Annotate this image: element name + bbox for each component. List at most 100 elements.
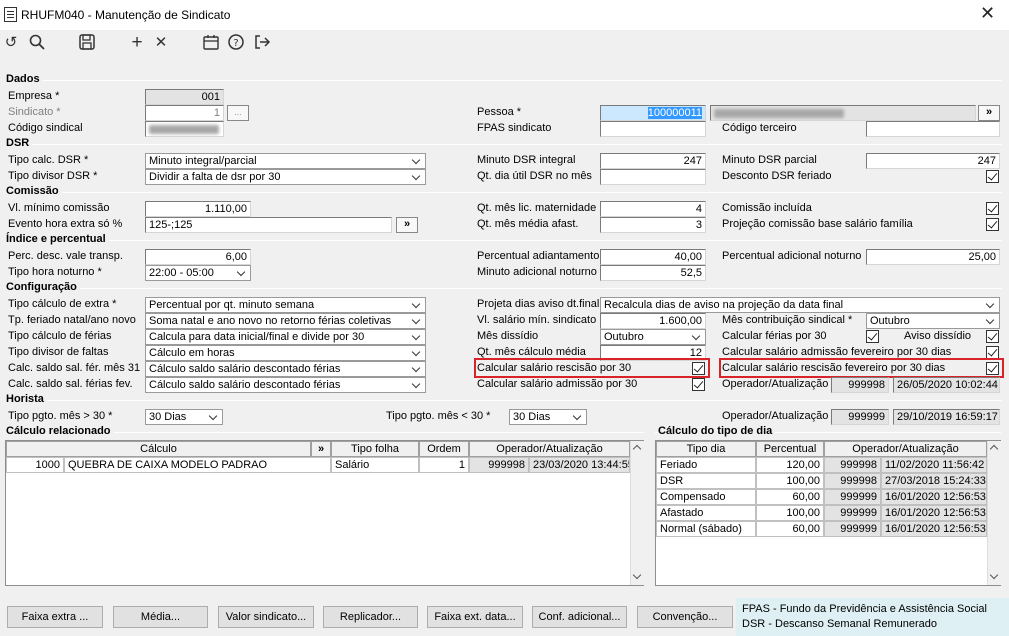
minuto-dsr-integral-field[interactable]: 247	[600, 153, 706, 169]
pessoa-more-button[interactable]: »	[978, 105, 1000, 121]
calc-saldo-fev-select[interactable]: Cálculo saldo salário descontado férias	[145, 377, 426, 393]
qt-lic-maternidade-field[interactable]: 4	[600, 201, 706, 217]
perc-adiantamento-field[interactable]: 40,00	[600, 249, 706, 265]
replicador-button[interactable]: Replicador...	[323, 606, 418, 628]
faixa-ext-data-button[interactable]: Faixa ext. data...	[427, 606, 523, 628]
perc-adicional-noturno-field[interactable]: 25,00	[866, 249, 1000, 265]
faixa-extra-button[interactable]: Faixa extra ...	[7, 606, 103, 628]
codigo-sindical-label: Código sindical	[8, 122, 83, 134]
minuto-dsr-parcial-field[interactable]: 247	[866, 153, 1000, 169]
undo-icon[interactable]: ↺	[1, 33, 21, 53]
tipo-calc-dsr-select[interactable]: Minuto integral/parcial	[145, 153, 426, 169]
evento-hora-extra-label: Evento hora extra só %	[8, 218, 123, 230]
minuto-adicional-field[interactable]: 52,5	[600, 265, 706, 281]
section-calc-relacionado: Cálculo relacionado	[6, 425, 114, 437]
conf-adicional-button[interactable]: Conf. adicional...	[532, 606, 627, 628]
perc-vale-field[interactable]: 6,00	[145, 249, 251, 265]
col-header-more-button[interactable]: »	[311, 441, 331, 457]
col-header-calculo[interactable]: Cálculo	[6, 441, 311, 457]
help-icon[interactable]: ?	[226, 33, 246, 53]
evento-hora-extra-field[interactable]: 125-;125	[145, 217, 392, 233]
cell-percentual: 100,00	[756, 505, 824, 521]
exit-icon[interactable]	[252, 33, 272, 53]
col-header-tipo-dia[interactable]: Tipo dia	[656, 441, 756, 457]
mes-contrib-select[interactable]: Outubro	[866, 313, 1000, 329]
tipo-pgto-menor-select[interactable]: 30 Dias	[509, 409, 587, 425]
section-dados: Dados	[6, 73, 43, 85]
chevron-down-icon	[235, 267, 247, 279]
cell-operador: 999999	[824, 521, 881, 537]
chevron-down-icon	[571, 411, 583, 423]
perc-vale-label: Perc. desc. vale transp.	[8, 250, 123, 262]
qt-lic-maternidade-label: Qt. mês lic. maternidade	[477, 202, 597, 214]
calc-saldo-mes31-select[interactable]: Cálculo saldo salário descontado férias	[145, 361, 426, 377]
col-header-percentual[interactable]: Percentual	[756, 441, 824, 457]
valor-sindicato-button[interactable]: Valor sindicato...	[218, 606, 314, 628]
chevron-down-icon	[410, 155, 422, 167]
calc-ferias30-label: Calcular férias por 30	[722, 330, 827, 342]
add-icon[interactable]: +	[127, 33, 147, 53]
window-title: RHUFM040 - Manutenção de Sindicato	[21, 8, 231, 22]
qt-dia-util-field[interactable]	[600, 169, 706, 185]
tipo-hora-noturno-select[interactable]: 22:00 - 05:00	[145, 265, 251, 281]
cell-operador: 999998	[824, 473, 881, 489]
calendar-icon[interactable]	[201, 33, 221, 53]
vl-minimo-comissao-field[interactable]: 1.110,00	[145, 201, 251, 217]
cell-data: 16/01/2020 12:56:53	[881, 505, 987, 521]
col-header-operador[interactable]: Operador/Atualização	[469, 441, 630, 457]
media-button[interactable]: Média...	[113, 606, 208, 628]
cell-operador: 999999	[824, 505, 881, 521]
section-calc-tipo-dia: Cálculo do tipo de dia	[658, 425, 776, 437]
tipo-divisor-faltas-select[interactable]: Cálculo em horas	[145, 345, 426, 361]
sindicato-field[interactable]: 1	[145, 105, 224, 121]
calc-saldo-fev-label: Calc. saldo sal. férias fev.	[8, 378, 133, 390]
sindicato-label: Sindicato *	[8, 106, 61, 118]
chevron-down-icon	[984, 299, 996, 311]
codigo-sindical-field[interactable]	[145, 121, 224, 137]
fpas-field[interactable]	[600, 121, 706, 137]
cell-tipo-dia: DSR	[656, 473, 756, 489]
atualizacao-horista-field: 29/10/2019 16:59:17	[893, 409, 1000, 425]
tp-feriado-select[interactable]: Soma natal e ano novo no retorno férias …	[145, 313, 426, 329]
col-header-ordem[interactable]: Ordem	[419, 441, 469, 457]
tipo-calc-extra-select[interactable]: Percentual por qt. minuto semana	[145, 297, 426, 313]
search-icon[interactable]	[27, 33, 47, 53]
tipo-pgto-maior-select[interactable]: 30 Dias	[145, 409, 223, 425]
chevron-down-icon	[410, 363, 422, 375]
tipo-divisor-dsr-select[interactable]: Dividir a falta de dsr por 30	[145, 169, 426, 185]
projecao-comissao-checkbox[interactable]	[986, 218, 999, 231]
vl-salario-min-field[interactable]: 1.600,00	[600, 313, 706, 329]
pessoa-name-field	[710, 105, 976, 121]
calc-ferias30-checkbox[interactable]	[866, 330, 879, 343]
tipo-hora-noturno-label: Tipo hora noturno *	[8, 266, 102, 278]
mes-dissidio-select[interactable]: Outubro	[600, 329, 706, 345]
col-header-tipo-folha[interactable]: Tipo folha	[331, 441, 419, 457]
qt-media-afast-field[interactable]: 3	[600, 217, 706, 233]
empresa-label: Empresa *	[8, 90, 60, 102]
codigo-terceiro-field[interactable]	[866, 121, 1000, 137]
pessoa-field[interactable]: 100000011	[600, 105, 706, 121]
desconto-dsr-checkbox[interactable]	[986, 170, 999, 183]
pessoa-label: Pessoa *	[477, 106, 522, 118]
evento-more-button[interactable]: »	[396, 217, 418, 233]
cell-data: 11/02/2020 11:56:42	[881, 457, 987, 473]
delete-icon[interactable]: ✕	[151, 33, 171, 53]
calc-admissao-checkbox[interactable]	[692, 378, 705, 391]
cell-percentual: 60,00	[756, 489, 824, 505]
calc-relacionado-scrollbar[interactable]	[630, 441, 644, 585]
calc-tipo-dia-scrollbar[interactable]	[987, 441, 1001, 585]
convencao-button[interactable]: Convenção...	[637, 606, 733, 628]
calc-relacionado-table: Cálculo » Tipo folha Ordem Operador/Atua…	[5, 440, 644, 586]
chevron-down-icon	[410, 315, 422, 327]
col-header-operador-tipo[interactable]: Operador/Atualização	[824, 441, 987, 457]
aviso-dissidio-checkbox[interactable]	[986, 330, 999, 343]
cell-percentual: 100,00	[756, 473, 824, 489]
close-button[interactable]: ✕	[963, 0, 1008, 29]
sindicato-lookup-button[interactable]: ...	[227, 105, 249, 121]
projeta-dias-select[interactable]: Recalcula dias de aviso na projeção da d…	[600, 297, 1000, 313]
comissao-incluida-checkbox[interactable]	[986, 202, 999, 215]
legend-dsr: DSR - Descanso Semanal Remunerado	[742, 618, 938, 630]
tipo-calc-ferias-select[interactable]: Calcula para data inicial/final e divide…	[145, 329, 426, 345]
atualizacao-config-field: 26/05/2020 10:02:44	[893, 377, 1000, 393]
save-icon[interactable]	[77, 33, 97, 53]
